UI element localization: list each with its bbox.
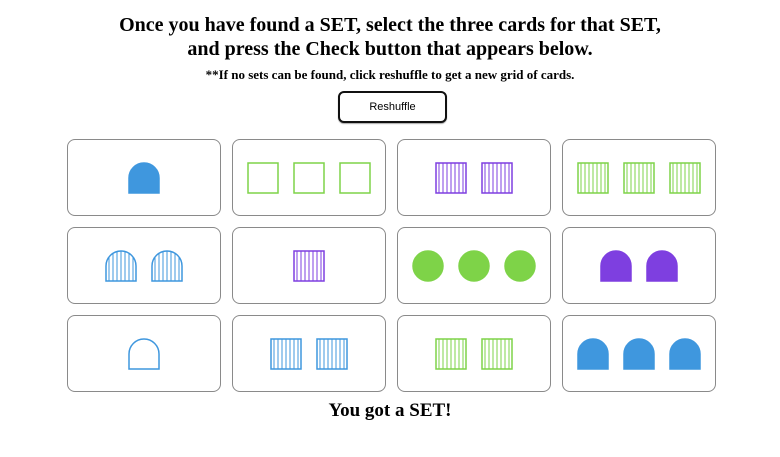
square-symbol-green	[247, 161, 279, 194]
arch-symbol-blue	[128, 337, 160, 370]
reshuffle-button[interactable]: Reshuffle	[338, 91, 447, 123]
card-symbols	[435, 337, 513, 370]
instructions-line-1: Once you have found a SET, select the th…	[119, 14, 661, 36]
arch-symbol-purple	[600, 249, 632, 282]
square-symbol-green	[339, 161, 371, 194]
set-card[interactable]	[232, 227, 386, 304]
square-symbol-purple	[435, 161, 467, 194]
arch-symbol-purple	[646, 249, 678, 282]
set-card[interactable]	[232, 315, 386, 392]
arch-symbol-blue	[577, 337, 609, 370]
square-symbol-green	[293, 161, 325, 194]
set-card[interactable]	[562, 227, 716, 304]
arch-symbol-blue	[105, 249, 137, 282]
circle-symbol-green	[458, 249, 490, 282]
arch-symbol-blue	[623, 337, 655, 370]
result-message: You got a SET!	[328, 400, 452, 421]
card-symbols	[128, 337, 160, 370]
card-symbols	[435, 161, 513, 194]
set-card[interactable]	[562, 139, 716, 216]
card-symbols	[293, 249, 325, 282]
square-symbol-green	[669, 161, 701, 194]
square-symbol-green	[435, 337, 467, 370]
square-symbol-green	[577, 161, 609, 194]
arch-symbol-blue	[151, 249, 183, 282]
instructions: Once you have found a SET, select the th…	[0, 13, 780, 61]
square-symbol-purple	[481, 161, 513, 194]
square-symbol-purple	[293, 249, 325, 282]
arch-symbol-blue	[128, 161, 160, 194]
card-symbols	[600, 249, 678, 282]
square-symbol-blue	[270, 337, 302, 370]
set-card[interactable]	[397, 227, 551, 304]
set-card[interactable]	[67, 139, 221, 216]
reshuffle-note: **If no sets can be found, click reshuff…	[205, 67, 575, 82]
square-symbol-green	[481, 337, 513, 370]
set-card[interactable]	[562, 315, 716, 392]
square-symbol-green	[623, 161, 655, 194]
set-card[interactable]	[397, 139, 551, 216]
card-symbols	[577, 337, 701, 370]
card-symbols	[270, 337, 348, 370]
arch-symbol-blue	[669, 337, 701, 370]
set-card[interactable]	[67, 227, 221, 304]
circle-symbol-green	[412, 249, 444, 282]
card-symbols	[128, 161, 160, 194]
square-symbol-blue	[316, 337, 348, 370]
set-card[interactable]	[397, 315, 551, 392]
card-symbols	[577, 161, 701, 194]
card-symbols	[412, 249, 536, 282]
set-card[interactable]	[232, 139, 386, 216]
instructions-line-2: and press the Check button that appears …	[187, 38, 593, 60]
card-grid	[67, 139, 719, 393]
card-symbols	[247, 161, 371, 194]
card-symbols	[105, 249, 183, 282]
circle-symbol-green	[504, 249, 536, 282]
set-card[interactable]	[67, 315, 221, 392]
